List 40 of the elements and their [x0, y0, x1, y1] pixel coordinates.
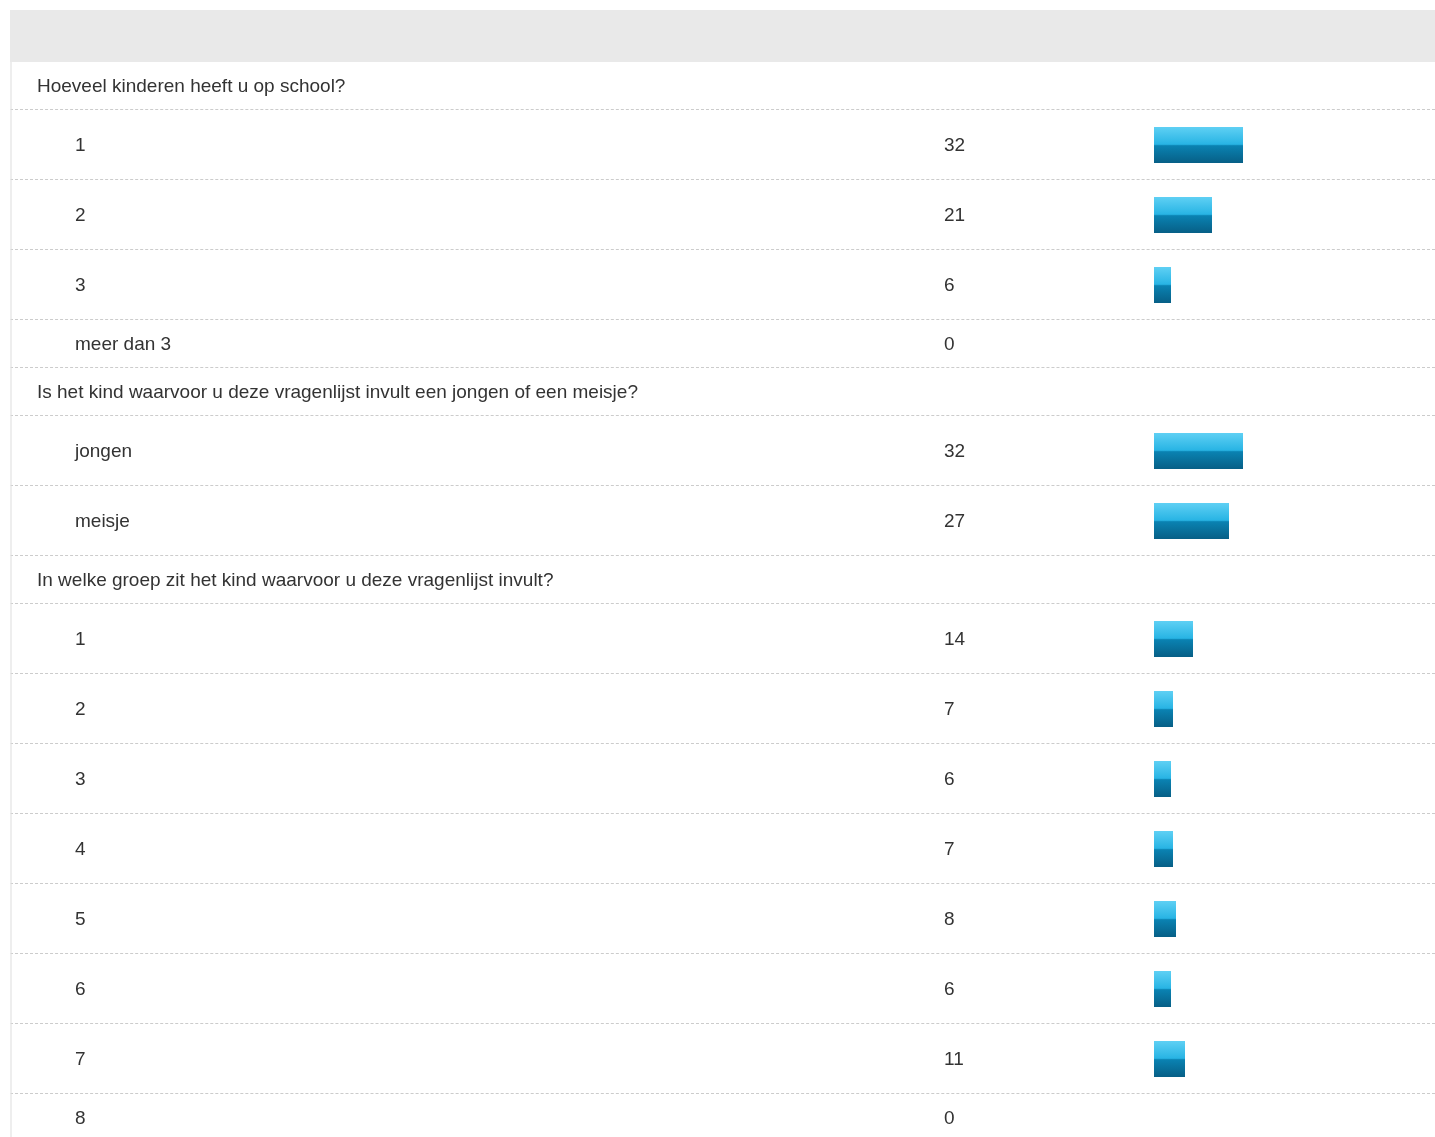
answer-count: 11 — [944, 1047, 965, 1070]
result-bar — [1154, 830, 1174, 867]
answer-count: 6 — [944, 767, 956, 790]
question-text: Is het kind waarvoor u deze vragenlijst invult een jongen of een meisje? — [36, 380, 638, 403]
result-bar — [1154, 900, 1177, 937]
question-text: Hoeveel kinderen heeft u op school? — [36, 74, 346, 97]
result-bar — [1154, 690, 1174, 727]
answer-label: 5 — [74, 907, 87, 930]
answer-count: 14 — [944, 627, 967, 650]
answer-label: 3 — [74, 273, 87, 296]
answer-count: 6 — [944, 977, 956, 1000]
result-bar — [1154, 620, 1193, 657]
answer-label: 1 — [74, 627, 87, 650]
answer-count: 7 — [944, 697, 956, 720]
answer-count: 0 — [944, 1106, 956, 1129]
result-bar — [1154, 760, 1171, 797]
answer-count: 7 — [944, 837, 956, 860]
answer-label: meisje — [74, 509, 131, 532]
answer-label: 6 — [74, 977, 87, 1000]
answer-label: 4 — [74, 837, 87, 860]
answer-label: 2 — [74, 203, 87, 226]
answer-count: 8 — [944, 907, 956, 930]
answer-label: 8 — [74, 1106, 87, 1129]
answer-count: 32 — [944, 439, 967, 462]
answer-label: 7 — [74, 1047, 87, 1070]
answer-label: meer dan 3 — [74, 332, 173, 355]
answer-label: 3 — [74, 767, 87, 790]
answer-count: 21 — [944, 203, 967, 226]
answer-label: 1 — [74, 133, 87, 156]
result-bar — [1154, 196, 1213, 233]
result-bar — [1154, 970, 1171, 1007]
result-bar — [1154, 1040, 1185, 1077]
answer-label: jongen — [73, 439, 134, 462]
answer-label: 2 — [74, 697, 87, 720]
answer-count: 6 — [944, 273, 956, 296]
answer-count: 32 — [944, 133, 967, 156]
result-bar — [1154, 266, 1171, 303]
answer-count: 27 — [944, 509, 967, 532]
answer-count: 0 — [944, 332, 956, 355]
question-text: In welke groep zit het kind waarvoor u deze vragenlijst invult? — [36, 568, 554, 591]
